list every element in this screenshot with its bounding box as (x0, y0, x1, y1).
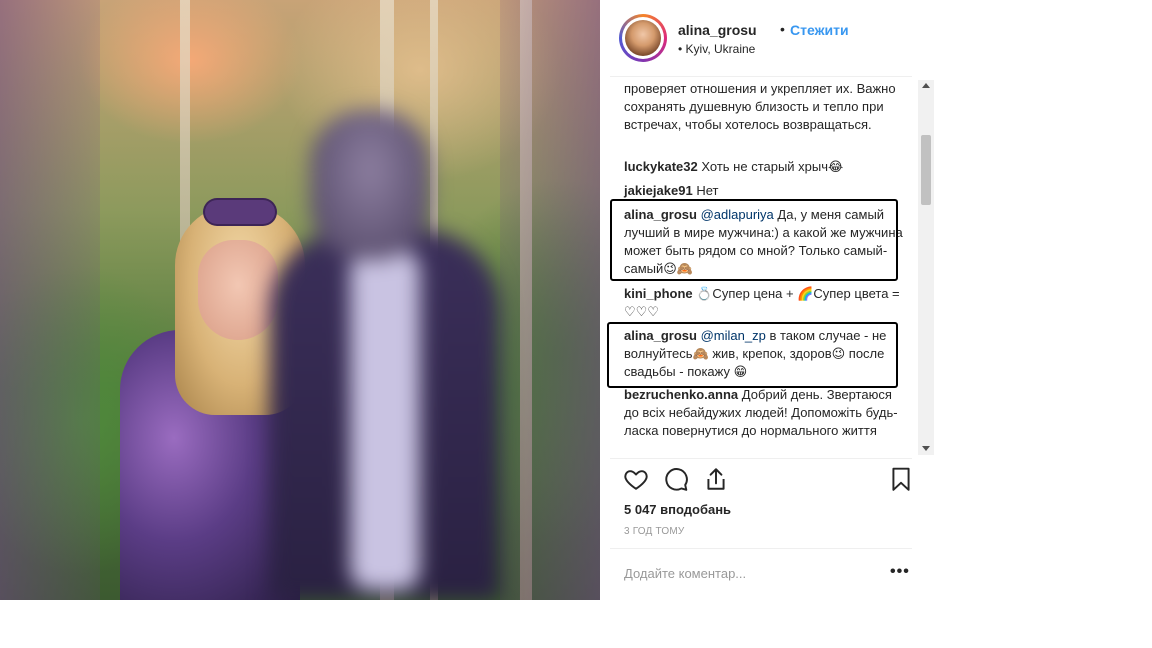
list-item: bezruchenko.anna Добрий день. Звертаюся … (624, 386, 906, 440)
add-comment-input[interactable]: Додайте коментар... (624, 566, 746, 581)
comment-username[interactable]: kini_phone (624, 286, 693, 301)
header-divider (610, 76, 912, 77)
list-item: luckykate32 Хоть не старый хрыч😂 (624, 158, 906, 176)
comment-icon (665, 468, 688, 491)
likes-count[interactable]: 5 047 вподобань (624, 502, 731, 517)
photo-woman-face (198, 240, 278, 340)
list-item: kini_phone 💍Супер цена + 🌈Супер цвета = … (624, 285, 906, 321)
comment-username[interactable]: bezruchenko.anna (624, 387, 738, 402)
photo-blurred-man (270, 110, 510, 600)
comments-scrollbar[interactable] (918, 80, 934, 455)
follow-button[interactable]: Стежити (790, 22, 849, 38)
location-bullet: • (678, 42, 683, 56)
post-photo[interactable] (0, 0, 600, 600)
scroll-down-arrow[interactable] (922, 446, 930, 451)
highlight-box (607, 322, 898, 388)
comment-username[interactable]: jakiejake91 (624, 183, 693, 198)
photo-woman-glasses (205, 200, 275, 224)
comment-text: проверяет отношения и укрепляет их. Важн… (624, 81, 896, 132)
location-text[interactable]: Kyiv, Ukraine (686, 42, 756, 56)
list-item: jakiejake91 Нет (624, 182, 906, 200)
post-location[interactable]: • Kyiv, Ukraine (678, 42, 755, 56)
header-separator: • (780, 21, 785, 37)
comment-text: Нет (696, 183, 719, 198)
bookmark-icon (892, 467, 910, 491)
comment-username[interactable]: luckykate32 (624, 159, 698, 174)
list-item: проверяет отношения и укрепляет их. Важн… (624, 80, 906, 134)
scrollbar-thumb[interactable] (921, 135, 931, 205)
avatar[interactable] (625, 20, 661, 56)
post-timestamp[interactable]: 3 ГОД ТОМУ (624, 526, 684, 537)
share-button[interactable] (703, 466, 731, 494)
actions-divider (610, 458, 912, 459)
photo-right-overlay (500, 0, 600, 600)
like-button[interactable] (623, 466, 651, 494)
comment-input-divider (610, 548, 912, 549)
post-author-username[interactable]: alina_grosu (678, 22, 757, 38)
scroll-up-arrow[interactable] (922, 83, 930, 88)
comment-button[interactable] (663, 466, 691, 494)
more-options-button[interactable]: ••• (890, 563, 910, 581)
heart-icon (624, 470, 648, 490)
share-icon (707, 468, 725, 490)
comment-text: Хоть не старый хрыч😂 (701, 159, 844, 174)
photo-left-overlay (0, 0, 100, 600)
highlight-box (610, 199, 898, 281)
save-button[interactable] (888, 466, 916, 494)
